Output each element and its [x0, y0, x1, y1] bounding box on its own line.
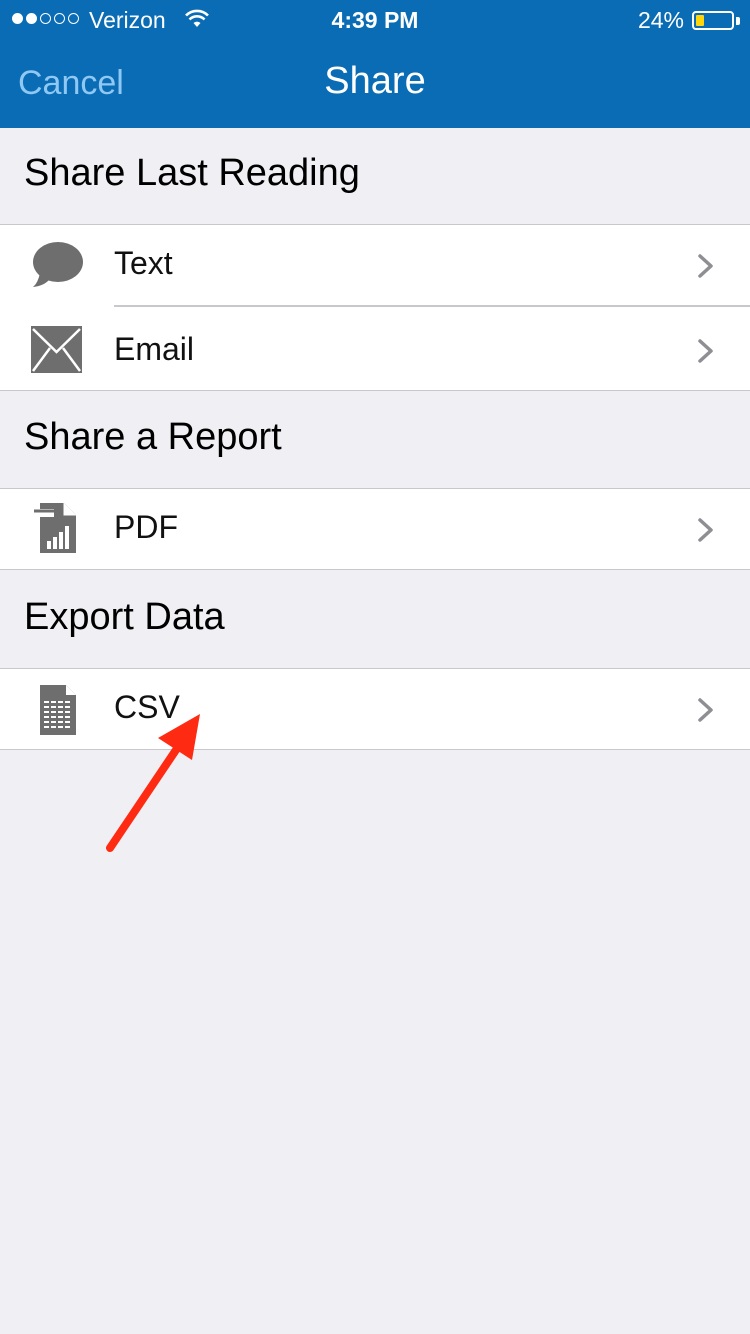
- message-bubble-icon: [30, 239, 84, 293]
- battery-nub: [736, 17, 740, 25]
- red-arrow-icon: [100, 708, 210, 858]
- navigation-bar: Verizon 4:39 PM 24% Cancel Share: [0, 0, 750, 128]
- share-last-reading-group: Text Email: [0, 224, 750, 391]
- section-header-export-data: Export Data: [24, 596, 225, 638]
- battery-level-fill: [696, 15, 704, 26]
- pdf-row-label: PDF: [114, 509, 178, 545]
- text-row[interactable]: Text: [0, 225, 750, 305]
- text-row-label: Text: [114, 245, 173, 281]
- section-header-share-last-reading: Share Last Reading: [24, 152, 360, 194]
- chevron-right-icon: [696, 252, 716, 280]
- pdf-row[interactable]: PDF: [0, 489, 750, 569]
- battery-percentage: 24%: [637, 7, 684, 33]
- email-row[interactable]: Email: [0, 307, 750, 390]
- page-title: Share: [324, 60, 426, 102]
- email-row-label: Email: [114, 330, 195, 367]
- chevron-right-icon: [696, 516, 716, 544]
- csv-spreadsheet-icon: [38, 683, 92, 737]
- status-bar: Verizon 4:39 PM 24%: [0, 0, 750, 40]
- battery-icon: [692, 11, 734, 30]
- pdf-report-icon: [30, 501, 84, 555]
- share-a-report-group: PDF: [0, 488, 750, 570]
- section-header-share-a-report: Share a Report: [24, 416, 282, 458]
- chevron-right-icon: [696, 337, 716, 365]
- envelope-icon: [30, 324, 84, 378]
- chevron-right-icon: [696, 696, 716, 724]
